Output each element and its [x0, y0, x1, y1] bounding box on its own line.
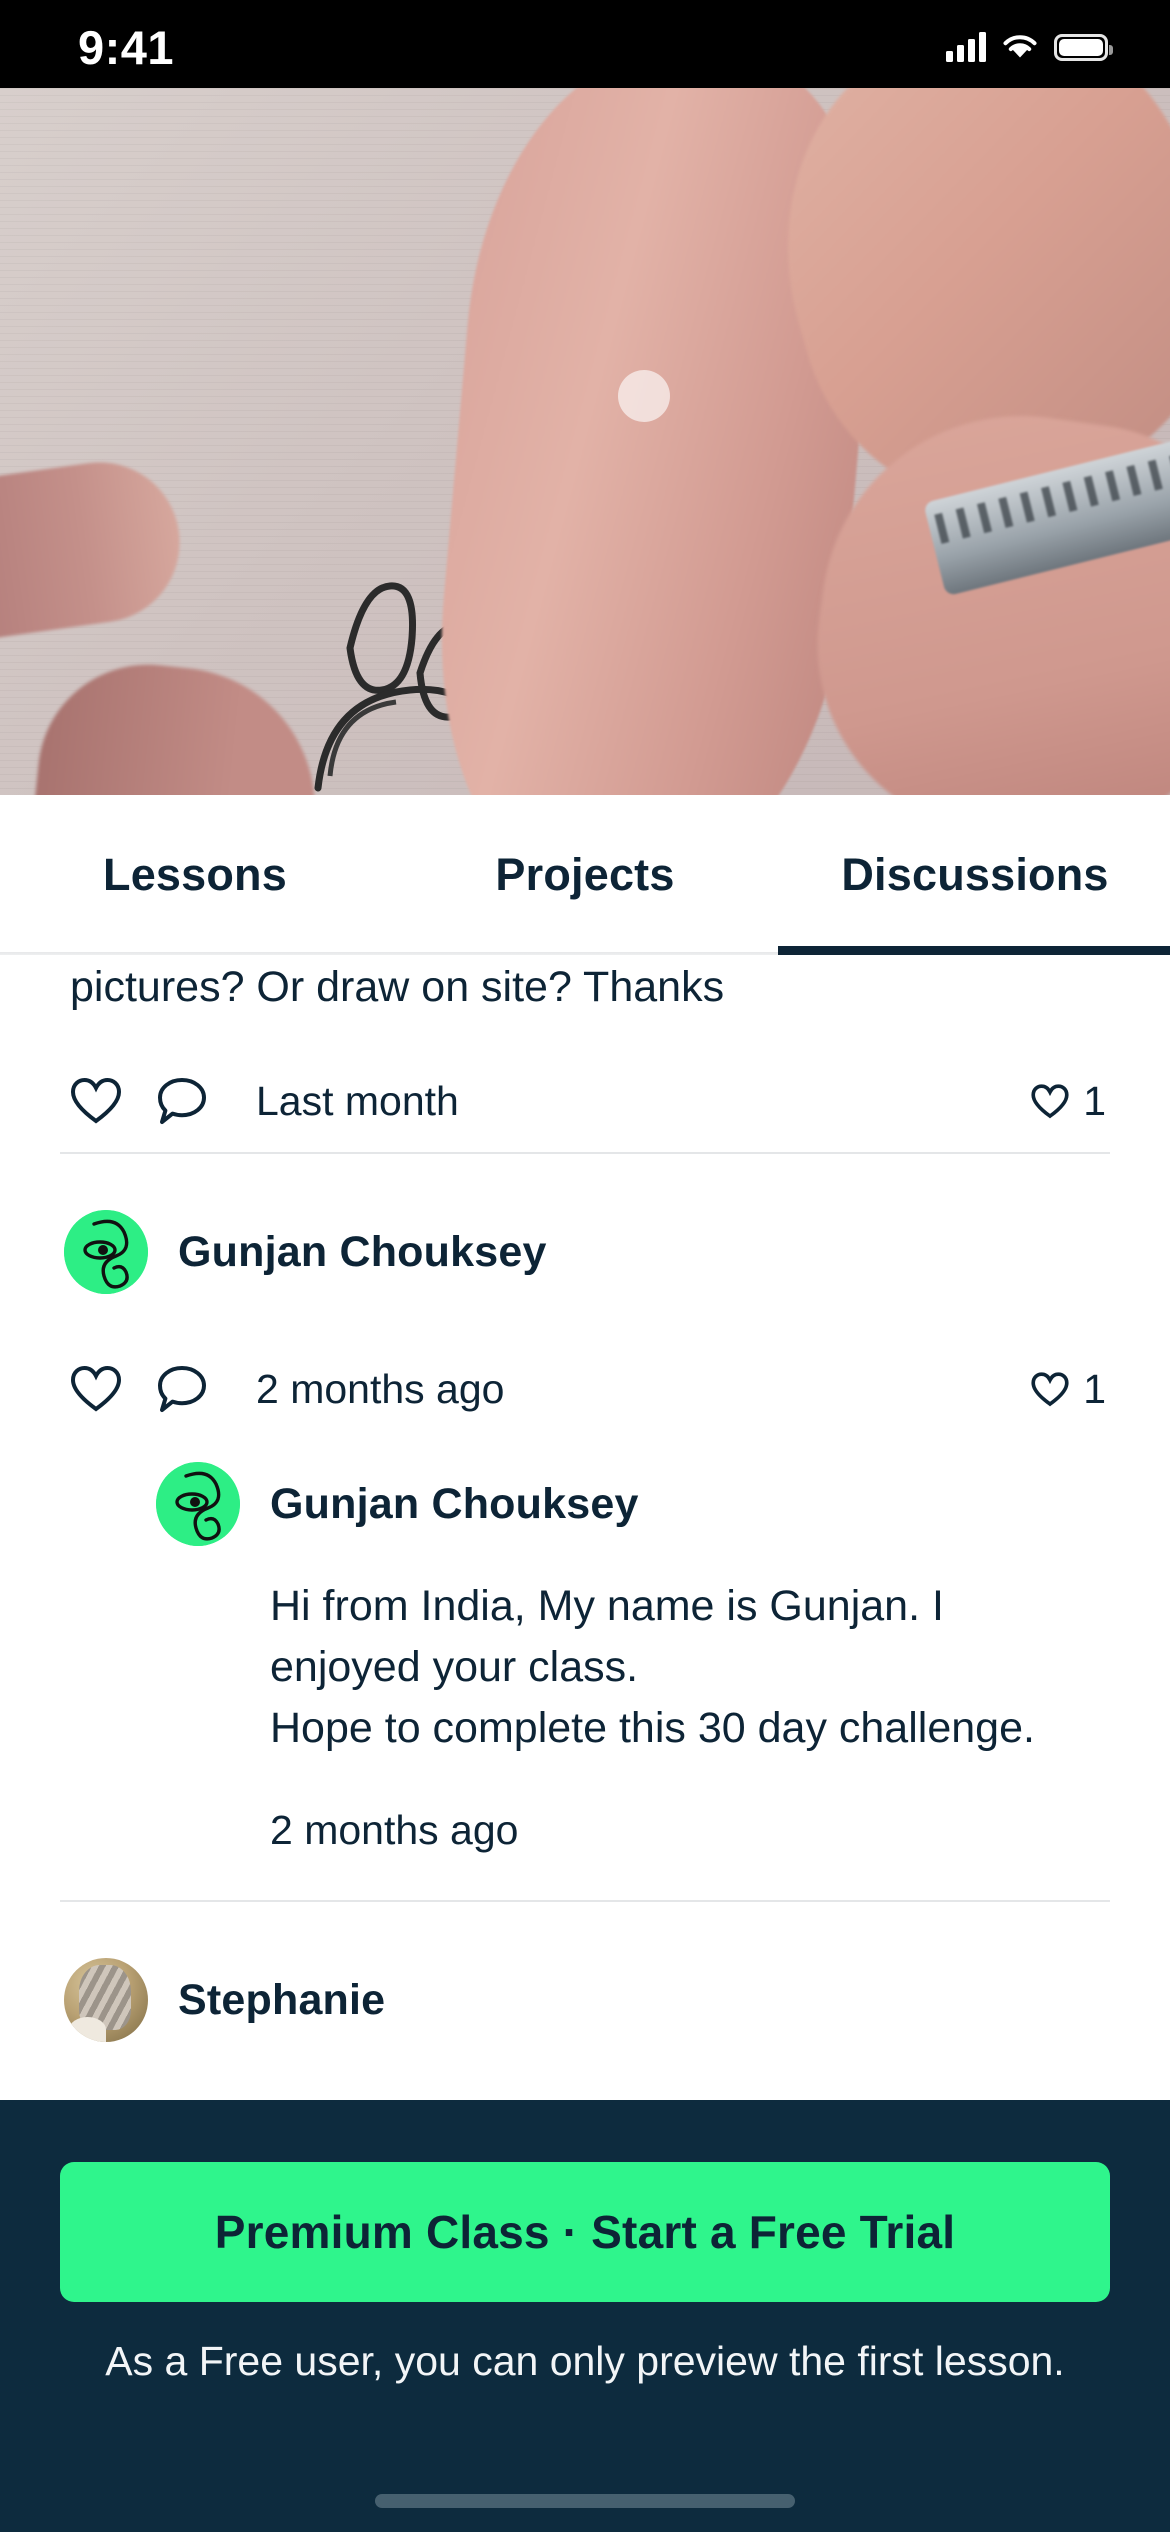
avatar[interactable]: [64, 1958, 148, 2043]
comment-actions: Last month 1: [64, 1056, 1106, 1146]
comment-body: pictures? Or draw on site? Thanks: [70, 963, 725, 1011]
like-count-value: 1: [1083, 1077, 1106, 1124]
heart-small-icon: [1031, 1371, 1069, 1407]
tab-projects[interactable]: Projects: [390, 849, 780, 901]
heart-small-icon: [1031, 1083, 1069, 1119]
tab-discussions[interactable]: Discussions: [780, 849, 1170, 901]
free-user-note: As a Free user, you can only preview the…: [105, 2338, 1065, 2384]
tab-bar: Lessons Projects Discussions: [0, 795, 1170, 955]
status-bar: 9:41: [0, 0, 1170, 88]
battery-icon: [1054, 33, 1113, 61]
comment-clipped[interactable]: pictures? Or draw on site? Thanks Last m…: [0, 955, 1170, 1146]
comment-like-count: 1: [1031, 1078, 1106, 1125]
like-count-value: 1: [1083, 1365, 1106, 1412]
app-root: 9:41 Lessons Projects Discussions pictur…: [0, 0, 1170, 2532]
wifi-icon: [1002, 33, 1038, 61]
circular-progress-indicator: [618, 370, 670, 422]
cellular-signal-icon: [946, 32, 986, 62]
avatar[interactable]: [156, 1462, 240, 1547]
comment-author[interactable]: Gunjan Chouksey: [178, 1228, 547, 1277]
tab-lessons[interactable]: Lessons: [0, 849, 390, 901]
reply-header: Gunjan Chouksey: [156, 1462, 1106, 1547]
video-player[interactable]: [0, 88, 1170, 795]
reply-body: Hi from India, My name is Gunjan. I enjo…: [270, 1582, 1035, 1753]
comment-header: Gunjan Chouksey: [64, 1210, 1106, 1295]
reply-author[interactable]: Gunjan Chouksey: [270, 1480, 639, 1529]
bottom-cta-bar: Premium Class · Start a Free Trial As a …: [0, 2100, 1170, 2532]
comment-reply[interactable]: Gunjan Chouksey Hi from India, My name i…: [156, 1462, 1106, 1854]
comment-like-count: 1: [1031, 1366, 1106, 1413]
comment-stephanie[interactable]: Stephanie: [0, 1902, 1170, 2043]
comment-author[interactable]: Stephanie: [178, 1976, 385, 2025]
heart-icon[interactable]: [70, 1077, 122, 1125]
reply-timestamp: 2 months ago: [270, 1807, 519, 1854]
heart-icon[interactable]: [70, 1365, 122, 1413]
comment-timestamp: 2 months ago: [256, 1365, 505, 1412]
comment-actions: 2 months ago 1: [64, 1344, 1106, 1434]
home-indicator[interactable]: [375, 2494, 795, 2508]
comment-gunjan[interactable]: Gunjan Chouksey 2 months ago 1 Gunjan Ch…: [0, 1154, 1170, 1854]
active-tab-indicator: [778, 946, 1170, 955]
comment-header: Stephanie: [64, 1958, 1106, 2043]
avatar[interactable]: [64, 1210, 148, 1295]
video-frame: [0, 88, 1170, 795]
start-free-trial-button[interactable]: Premium Class · Start a Free Trial: [60, 2162, 1110, 2302]
comment-timestamp: Last month: [256, 1077, 459, 1124]
status-bar-indicators: [946, 26, 1113, 62]
comment-bubble-icon[interactable]: [156, 1364, 208, 1414]
comment-bubble-icon[interactable]: [156, 1076, 208, 1126]
status-bar-time: 9:41: [78, 20, 175, 74]
discussions-list[interactable]: pictures? Or draw on site? Thanks Last m…: [0, 955, 1170, 2105]
